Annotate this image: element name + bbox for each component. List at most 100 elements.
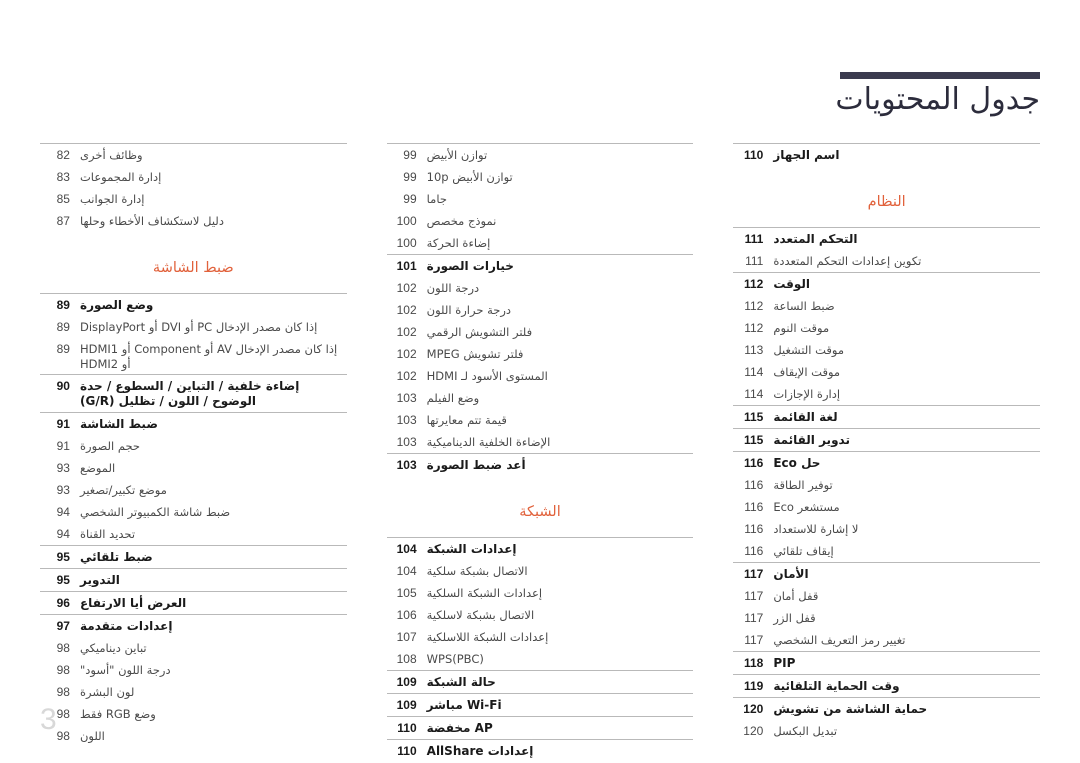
toc-entry-label: توازن الأبيض 10p [426,170,513,184]
toc-entry[interactable]: الموضع 93 [40,457,347,479]
toc-entry[interactable]: تبديل البكسل 120 [733,720,1040,742]
toc-entry-page-number: 114 [744,365,764,380]
toc-entry[interactable]: إدارة الإجازات 114 [733,383,1040,405]
toc-entry-label: ضبط شاشة الكمبيوتر الشخصي [79,505,231,520]
toc-entry[interactable]: ضبط تلقائي 95 [40,546,347,568]
toc-entry[interactable]: دليل لاستكشاف الأخطاء وحلها 87 [40,210,347,232]
toc-group: العرض أيا الارتفاع 96 [39,591,347,614]
toc-entry[interactable]: ضبط الساعة 112 [733,295,1040,317]
toc-entry[interactable]: وضع الصورة 89 [40,294,347,316]
toc-entry[interactable]: AP مخفضة 110 [387,717,694,739]
toc-entry-page-number: 113 [744,343,764,358]
toc-entry-page-number: 109 [396,698,417,713]
toc-entry[interactable]: فلتر تشويش MPEG 102 [387,343,694,365]
toc-entry-page-number: 117 [744,633,764,648]
toc-entry-page-number: 120 [743,724,764,739]
toc-entry-label: درجة اللون "أسود" [79,663,171,678]
toc-entry[interactable]: الأمان 117 [733,563,1040,585]
toc-entry[interactable]: موقت النوم 112 [733,317,1040,339]
toc-entry[interactable]: تحديد القناة 94 [40,523,347,545]
toc-entry[interactable]: إعدادات الشبكة اللاسلكية 107 [387,626,694,648]
toc-entry[interactable]: إيقاف تلقائي 116 [733,540,1040,562]
toc-entry-label: وقت الحماية التلقائية [773,679,900,694]
toc-entry[interactable]: تدوير القائمة 115 [733,429,1040,451]
toc-entry-label: اسم الجهاز [773,148,840,162]
toc-entry[interactable]: حالة الشبكة 109 [387,671,694,693]
toc-entry-page-number: 115 [743,410,764,425]
toc-entry-page-number: 115 [743,433,764,448]
section-header: ضبط الشاشة [152,260,234,276]
toc-entry[interactable]: الاتصال بشبكة لاسلكية 106 [387,604,694,626]
toc-entry[interactable]: لون البشرة 98 [40,681,347,703]
toc-entry[interactable]: وقت الحماية التلقائية 119 [733,675,1040,697]
toc-entry[interactable]: حماية الشاشة من تشويش 120 [733,698,1040,720]
toc-entry[interactable]: درجة حرارة اللون 102 [387,299,694,321]
toc-entry[interactable]: نموذج مخصص 100 [387,210,694,232]
toc-entry-label: وظائف أخرى [79,148,143,162]
toc-entry[interactable]: WPS(PBC) 108 [387,648,694,670]
toc-entry[interactable]: حجم الصورة 91 [40,435,347,457]
toc-entry[interactable]: إعدادات الشبكة السلكية 105 [387,582,694,604]
toc-entry-label: حجم الصورة [79,439,141,454]
toc-entry-page-number: 98 [56,685,70,700]
toc-entry[interactable]: العرض أيا الارتفاع 96 [40,592,347,614]
toc-entry[interactable]: توازن الأبيض 99 [387,144,694,166]
toc-entry[interactable]: التدوير 95 [40,569,347,591]
toc-entry[interactable]: لا إشارة للاستعداد 116 [733,518,1040,540]
toc-entry[interactable]: إعدادات متقدمة 97 [40,615,347,637]
toc-entry-page-number: 100 [396,214,417,228]
toc-entry-page-number: 103 [396,391,417,405]
toc-entry[interactable]: إدارة المجموعات 83 [40,166,347,188]
toc-entry[interactable]: مستشعر Eco 116 [733,496,1040,518]
toc-entry-label: لغة القائمة [773,410,838,425]
toc-entry[interactable]: قيمة تتم معايرتها 103 [387,409,694,431]
toc-entry[interactable]: إضاءة خلفية / التباين / السطوع / حدة الو… [40,375,347,412]
toc-entry[interactable]: توازن الأبيض 10p 99 [387,166,694,188]
toc-entry[interactable]: حل Eco 116 [733,452,1040,474]
toc-group: خيارات الصورة 101 درجة اللون 102 درجة حرارة … [386,254,694,453]
toc-entry[interactable]: قفل الزر 117 [733,607,1040,629]
toc-entry[interactable]: إضاءة الحركة 100 [387,232,694,254]
toc-entry[interactable]: الاتصال بشبكة سلكية 104 [387,560,694,582]
toc-entry[interactable]: وظائف أخرى 82 [40,144,347,166]
toc-entry[interactable]: درجة اللون "أسود" 98 [40,659,347,681]
toc-entry[interactable]: فلتر التشويش الرقمي 102 [387,321,694,343]
toc-entry[interactable]: اللون 98 [40,725,347,747]
toc-entry[interactable]: إعدادات AllShare 110 [387,740,694,762]
toc-entry-label: العرض أيا الارتفاع [79,596,187,611]
toc-entry[interactable]: قفل أمان 117 [733,585,1040,607]
toc-entry[interactable]: وضع RGB فقط 98 [40,703,347,725]
toc-entry-label: ضبط الساعة [773,299,835,314]
toc-entry[interactable]: تباين ديناميكي 98 [40,637,347,659]
toc-entry[interactable]: التحكم المتعدد 111 [733,228,1040,250]
toc-entry-page-number: 112 [744,321,764,336]
toc-entry[interactable]: موضع تكبير/تصغير 93 [40,479,347,501]
toc-entry[interactable]: جاما 99 [387,188,694,210]
toc-entry-label: الاتصال بشبكة سلكية [426,564,528,579]
toc-entry[interactable]: إعدادات الشبكة 104 [387,538,694,560]
toc-entry[interactable]: إدارة الجوانب 85 [40,188,347,210]
toc-entry[interactable]: توفير الطاقة 116 [733,474,1040,496]
toc-entry-label: ضبط تلقائي [79,550,153,565]
toc-entry[interactable]: إذا كان مصدر الإدخال AV أو Component أو … [40,338,347,374]
toc-entry-page-number: 117 [744,589,764,604]
toc-entry[interactable]: تغيير رمز التعريف الشخصي 117 [733,629,1040,651]
toc-entry[interactable]: الإضاءة الخلفية الديناميكية 103 [387,431,694,453]
toc-entry[interactable]: الوقت 112 [733,273,1040,295]
toc-entry[interactable]: أعد ضبط الصورة 103 [387,454,694,476]
toc-entry[interactable]: خيارات الصورة 101 [387,255,694,277]
toc-entry[interactable]: ضبط الشاشة 91 [40,413,347,435]
toc-entry[interactable]: PIP 118 [733,652,1040,674]
toc-entry[interactable]: موقت الإيقاف 114 [733,361,1040,383]
toc-entry-label: ضبط الشاشة [79,417,158,432]
toc-entry[interactable]: اسم الجهاز 110 [733,144,1040,166]
toc-entry[interactable]: ضبط شاشة الكمبيوتر الشخصي 94 [40,501,347,523]
toc-entry[interactable]: تكوين إعدادات التحكم المتعددة 111 [733,250,1040,272]
toc-entry[interactable]: موقت التشغيل 113 [733,339,1040,361]
toc-entry[interactable]: Wi-Fi مباشر 109 [387,694,694,716]
toc-entry[interactable]: لغة القائمة 115 [733,406,1040,428]
toc-entry[interactable]: إذا كان مصدر الإدخال PC أو DVI أو Displa… [40,316,347,338]
toc-entry[interactable]: المستوى الأسود لـ HDMI 102 [387,365,694,387]
toc-entry[interactable]: درجة اللون 102 [387,277,694,299]
toc-entry[interactable]: وضع الفيلم 103 [387,387,694,409]
